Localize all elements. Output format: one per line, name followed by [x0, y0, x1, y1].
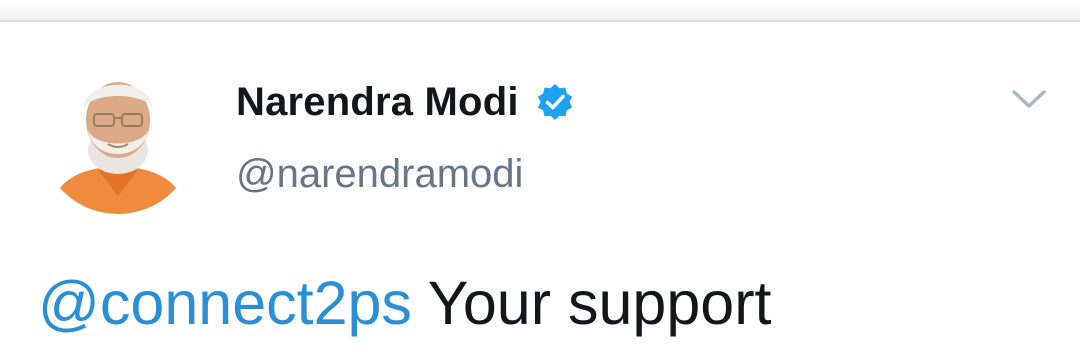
tweet-body: @connect2ps Your support — [38, 268, 771, 338]
mention-link[interactable]: @connect2ps — [38, 269, 412, 337]
author-handle[interactable]: @narendramodi — [236, 152, 523, 197]
author-name-row[interactable]: Narendra Modi — [236, 78, 575, 126]
tweet-menu-button[interactable] — [1008, 84, 1050, 114]
chevron-down-icon — [1012, 90, 1046, 108]
tweet-text: Your support — [427, 269, 772, 337]
avatar-portrait-icon — [40, 58, 196, 214]
author-display-name[interactable]: Narendra Modi — [236, 80, 519, 125]
top-divider — [0, 0, 1080, 22]
verified-badge-icon — [535, 82, 575, 122]
author-avatar[interactable] — [40, 58, 196, 214]
tweet-screen: Narendra Modi @narendramodi @connect2ps … — [0, 0, 1080, 360]
